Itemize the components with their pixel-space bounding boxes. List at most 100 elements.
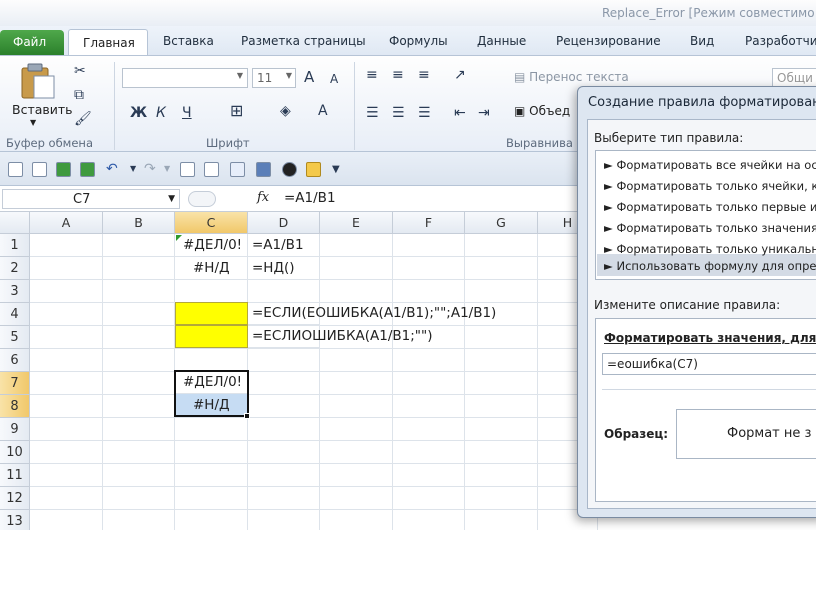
grid-cell[interactable] [175,280,248,303]
cut-icon[interactable]: ✂ [74,62,86,80]
row-header[interactable]: 2 [0,257,30,280]
col-header-g[interactable]: G [465,212,538,234]
cell-c2[interactable]: #Н/Д [175,257,248,280]
grid-cell[interactable] [320,441,393,464]
fill-handle[interactable] [244,413,250,419]
align-center-icon[interactable]: ☰ [392,104,405,122]
grid-cell[interactable] [248,280,320,303]
grid-cell[interactable] [465,510,538,530]
grid-cell[interactable] [248,510,320,530]
grid-cell[interactable] [30,349,103,372]
grid-cell[interactable] [175,441,248,464]
grid-cell[interactable] [103,487,175,510]
format-painter-icon[interactable]: 🖌 [74,110,92,128]
grow-font-button[interactable]: A [304,68,314,86]
cell-c5[interactable] [175,325,248,348]
tab-home[interactable]: Главная [68,29,148,57]
row-header[interactable]: 10 [0,441,30,464]
grid-cell[interactable] [103,257,175,280]
new-document-icon[interactable] [32,162,47,177]
col-header-a[interactable]: A [30,212,103,234]
print-icon[interactable] [204,162,219,177]
grid-cell[interactable] [393,257,465,280]
grid-cell[interactable] [103,280,175,303]
redo-icon[interactable]: ↷ [144,160,156,178]
copy-icon[interactable]: ⧉ [74,86,84,104]
grid-cell[interactable] [393,441,465,464]
grid-cell[interactable] [320,257,393,280]
grid-cell[interactable] [320,234,393,257]
grid-cell[interactable] [393,234,465,257]
grid-cell[interactable] [393,510,465,530]
orientation-icon[interactable]: ↗ [454,66,466,84]
shrink-font-button[interactable]: A [330,70,338,88]
tab-data[interactable]: Данные [477,34,526,48]
grid-cell[interactable] [30,326,103,349]
col-header-c[interactable]: C [175,212,248,234]
grid-cell[interactable] [175,510,248,530]
cell-d5[interactable]: =ЕСЛИОШИБКА(A1/B1;"") [248,325,432,348]
grid-cell[interactable] [393,487,465,510]
undo-dropdown-icon[interactable]: ▼ [130,160,136,178]
row-header[interactable]: 11 [0,464,30,487]
grid-cell[interactable] [30,464,103,487]
italic-button[interactable]: К [156,104,166,122]
col-header-f[interactable]: F [393,212,465,234]
paste-button[interactable]: Вставить ▼ [8,60,73,130]
number-format-combo[interactable]: Общи [772,68,816,88]
grid-cell[interactable] [248,349,320,372]
rule-type-item-selected[interactable]: ► Использовать формулу для опред [604,259,816,273]
grid-cell[interactable] [393,372,465,395]
grid-cell[interactable] [320,464,393,487]
grid-cell[interactable] [465,280,538,303]
grid-cell[interactable] [103,395,175,418]
grid-cell[interactable] [103,234,175,257]
circle-icon[interactable] [282,162,297,177]
increase-indent-icon[interactable]: ⇥ [478,104,490,122]
insert-function-icon[interactable]: fx [257,190,269,205]
grid-cell[interactable] [320,487,393,510]
grid-cell[interactable] [103,303,175,326]
row-header[interactable]: 3 [0,280,30,303]
borders-icon[interactable]: ⊞ [230,102,243,120]
name-box[interactable]: C7 ▼ [2,189,180,209]
cell-d2[interactable]: =НД() [248,257,320,280]
grid-cell[interactable] [465,441,538,464]
grid-cell[interactable] [320,349,393,372]
grid-cell[interactable] [465,257,538,280]
align-bottom-icon[interactable]: ≡ [418,66,430,84]
redo-dropdown-icon[interactable]: ▼ [164,160,170,178]
table-icon[interactable] [256,162,271,177]
tab-file[interactable]: Файл [0,30,64,56]
sheet-icon[interactable] [230,162,245,177]
grid-cell[interactable] [465,487,538,510]
grid-cell[interactable] [393,464,465,487]
formula-field[interactable]: =еошибка(C7) [602,353,816,375]
customize-qat-icon[interactable]: ▼ [332,161,340,179]
font-color-button[interactable]: A [318,102,328,120]
cell-c4[interactable] [175,302,248,325]
grid-cell[interactable] [465,372,538,395]
row-header[interactable]: 12 [0,487,30,510]
grid-cell[interactable] [320,418,393,441]
grid-cell[interactable] [30,372,103,395]
grid-cell[interactable] [103,418,175,441]
grid-cell[interactable] [465,395,538,418]
col-header-b[interactable]: B [103,212,175,234]
wrap-text-button[interactable]: ▤ Перенос текста [514,70,629,84]
grid-cell[interactable] [248,487,320,510]
cell-c1[interactable]: #ДЕЛ/0! [175,234,248,257]
merge-button[interactable]: ▣ Объед [514,104,570,118]
tab-insert[interactable]: Вставка [163,34,214,48]
grid-cell[interactable] [30,441,103,464]
grid-cell[interactable] [248,395,320,418]
save-icon[interactable] [8,162,23,177]
grid-cell[interactable] [175,349,248,372]
align-right-icon[interactable]: ☰ [418,104,431,122]
lock-icon[interactable] [306,162,321,177]
tab-view[interactable]: Вид [690,34,714,48]
font-size-combo[interactable]: 11 ▼ [252,68,296,88]
grid-cell[interactable] [248,441,320,464]
tab-developer[interactable]: Разработчи [745,34,816,48]
grid-cell[interactable] [30,303,103,326]
